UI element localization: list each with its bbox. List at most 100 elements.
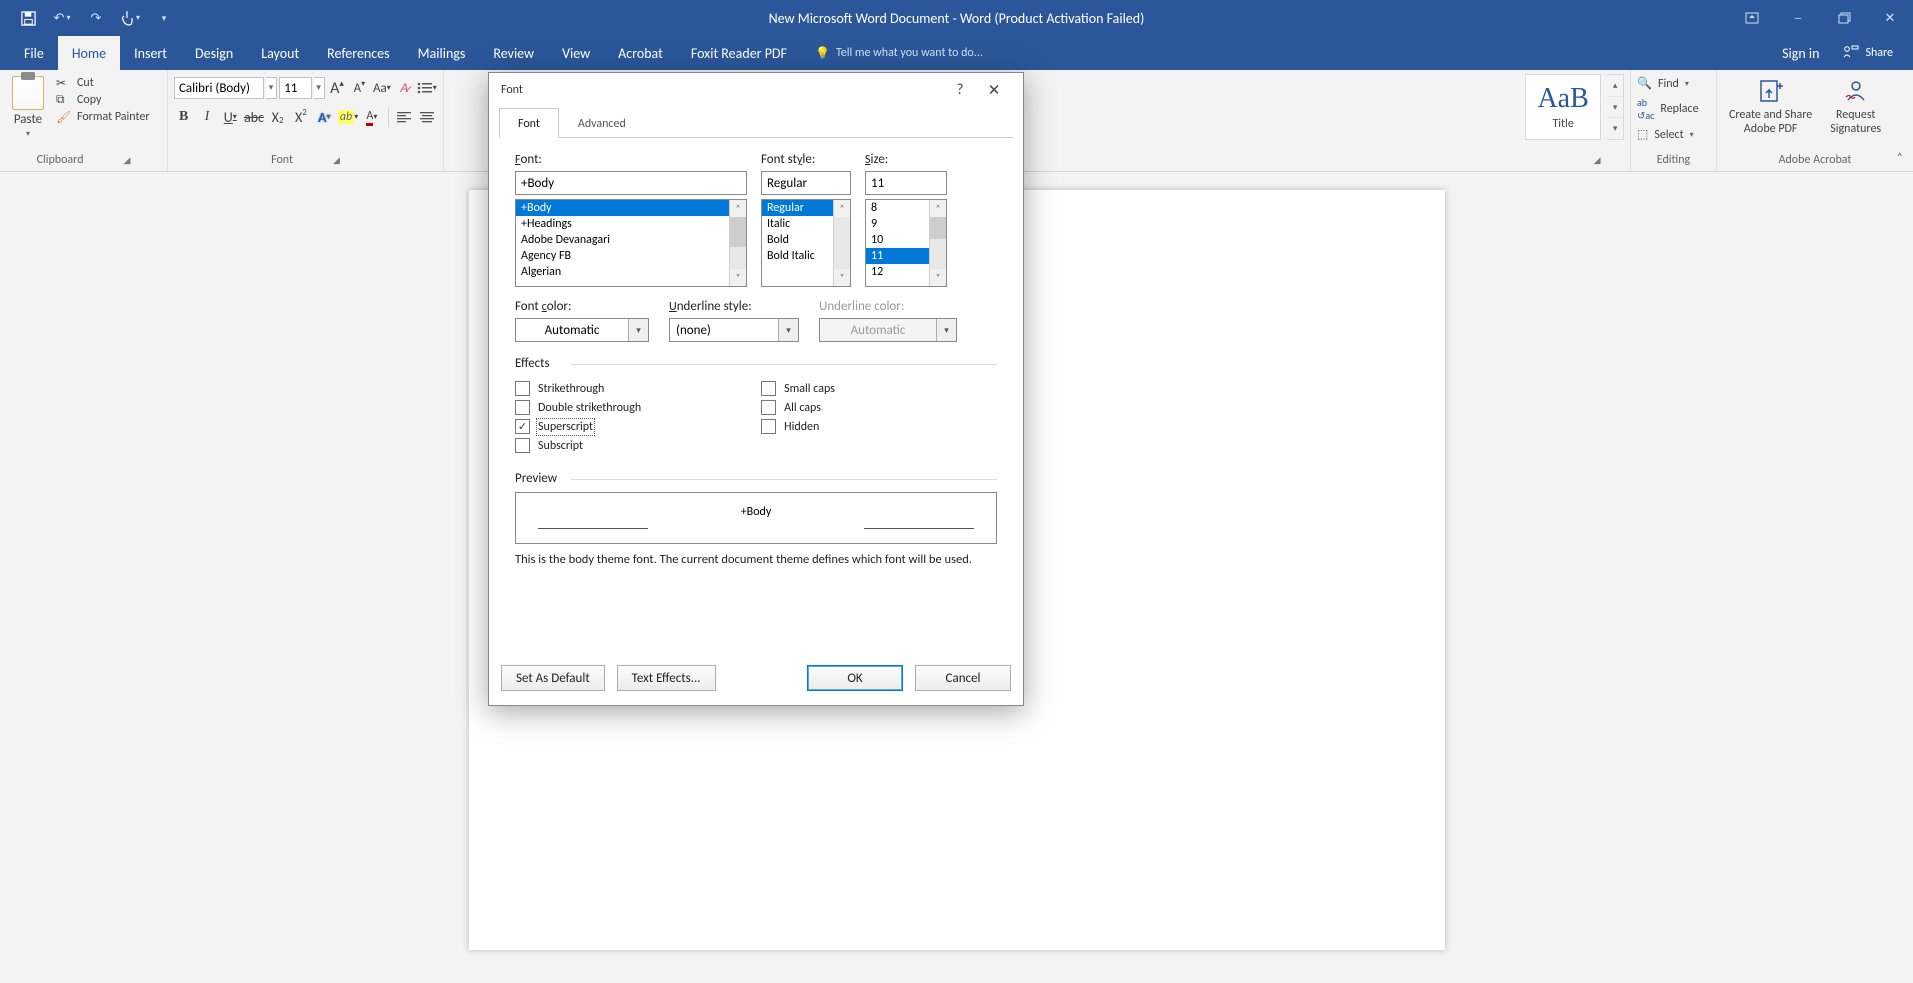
ribbon-display-options-icon[interactable]	[1729, 0, 1775, 36]
dialog-help-icon[interactable]: ?	[943, 81, 977, 99]
tab-layout[interactable]: Layout	[247, 36, 313, 70]
restore-icon[interactable]	[1821, 0, 1867, 36]
tab-file[interactable]: File	[10, 36, 58, 70]
chevron-down-icon[interactable]: ▾	[628, 319, 648, 341]
list-item[interactable]: +Headings	[516, 216, 746, 232]
align-left-icon[interactable]	[394, 106, 413, 128]
font-name-combo[interactable]: Calibri (Body)	[174, 77, 264, 99]
font-color-icon[interactable]: A ▾	[362, 106, 381, 128]
scroll-down-icon[interactable]: ˅	[834, 269, 850, 286]
size-input[interactable]	[865, 171, 947, 195]
cancel-button[interactable]: Cancel	[915, 665, 1011, 691]
change-case-icon[interactable]: Aa▾	[372, 77, 392, 99]
underline-style-combo[interactable]: (none)▾	[669, 318, 799, 342]
font-launcher-icon[interactable]: ◢	[333, 155, 340, 166]
tab-home[interactable]: Home	[58, 36, 120, 70]
clear-format-icon[interactable]: A̷	[394, 77, 414, 99]
set-as-default-button[interactable]: Set As Default	[501, 665, 605, 691]
checkbox-small-caps[interactable]: Small caps	[761, 381, 835, 396]
font-list-scrollbar[interactable]: ˄ ˅	[729, 200, 746, 286]
dialog-tab-font[interactable]: Font	[499, 108, 559, 138]
dialog-tab-advanced[interactable]: Advanced	[559, 108, 645, 138]
clipboard-launcher-icon[interactable]: ◢	[124, 155, 131, 166]
scroll-up-icon[interactable]: ˄	[730, 200, 746, 217]
text-effects-icon[interactable]: A ▾	[315, 106, 334, 128]
text-effects-button[interactable]: Text Effects...	[617, 665, 716, 691]
subscript-icon[interactable]: X2	[268, 106, 287, 128]
dialog-titlebar[interactable]: Font ? ✕	[489, 73, 1023, 107]
grow-font-icon[interactable]: A▴	[327, 77, 347, 99]
font-color-combo[interactable]: Automatic▾	[515, 318, 649, 342]
share-button[interactable]: Share	[1833, 44, 1903, 62]
cut-button[interactable]: ✂Cut	[56, 76, 150, 90]
size-listbox[interactable]: 8 9 10 11 12 ˄ ˅	[865, 199, 947, 287]
save-icon[interactable]	[14, 4, 42, 32]
highlight-icon[interactable]: ab▾	[338, 106, 358, 128]
style-list-scrollbar[interactable]: ˄ ˅	[833, 200, 850, 286]
scroll-down-icon[interactable]: ˅	[930, 269, 946, 286]
font-style-input[interactable]	[761, 171, 851, 195]
font-size-dropdown-icon[interactable]: ▾	[314, 77, 325, 99]
ok-button[interactable]: OK	[807, 665, 903, 691]
gallery-expand-icon[interactable]: ▾	[1607, 118, 1623, 139]
font-listbox[interactable]: +Body +Headings Adobe Devanagari Agency …	[515, 199, 747, 287]
scroll-up-icon[interactable]: ˄	[834, 200, 850, 217]
styles-gallery-more[interactable]: ▴ ▾ ▾	[1607, 74, 1624, 140]
list-item[interactable]: +Body	[516, 200, 746, 216]
strikethrough-icon[interactable]: abc	[244, 106, 264, 128]
tab-acrobat[interactable]: Acrobat	[604, 36, 677, 70]
gallery-up-icon[interactable]: ▴	[1607, 75, 1623, 97]
font-size-combo[interactable]: 11	[279, 77, 311, 99]
gallery-down-icon[interactable]: ▾	[1607, 97, 1623, 119]
tab-view[interactable]: View	[548, 36, 604, 70]
size-list-scrollbar[interactable]: ˄ ˅	[929, 200, 946, 286]
checkbox-double-strikethrough[interactable]: Double strikethrough	[515, 400, 641, 415]
select-button[interactable]: ⬚Select ▾	[1637, 127, 1710, 142]
superscript-icon[interactable]: X2	[291, 106, 310, 128]
create-share-pdf-button[interactable]: Create and ShareAdobe PDF	[1723, 74, 1818, 136]
tab-references[interactable]: References	[313, 36, 403, 70]
scroll-up-icon[interactable]: ˄	[930, 200, 946, 217]
undo-icon[interactable]: ↶ ▾	[48, 4, 76, 32]
close-icon[interactable]: ✕	[1867, 0, 1913, 36]
copy-button[interactable]: ⧉Copy	[56, 93, 150, 107]
list-item[interactable]: Algerian	[516, 264, 746, 280]
list-item[interactable]: Adobe Devanagari	[516, 232, 746, 248]
italic-icon[interactable]: I	[197, 106, 216, 128]
style-tile-title[interactable]: AaB Title	[1525, 74, 1601, 140]
paste-button[interactable]: Paste ▾	[6, 74, 50, 139]
styles-launcher-icon[interactable]: ◢	[1594, 155, 1601, 166]
qat-customize-icon[interactable]: ▾	[150, 4, 178, 32]
tab-mailings[interactable]: Mailings	[404, 36, 480, 70]
checkbox-hidden[interactable]: Hidden	[761, 419, 835, 434]
find-button[interactable]: 🔍Find ▾	[1637, 76, 1710, 91]
tab-design[interactable]: Design	[181, 36, 247, 70]
bullets-icon[interactable]: ▾	[417, 77, 437, 99]
shrink-font-icon[interactable]: A▾	[349, 77, 369, 99]
tab-insert[interactable]: Insert	[120, 36, 181, 70]
request-signatures-button[interactable]: RequestSignatures	[1824, 74, 1887, 136]
checkbox-superscript[interactable]: Superscript	[515, 419, 641, 434]
underline-icon[interactable]: U ▾	[221, 106, 240, 128]
tab-foxit[interactable]: Foxit Reader PDF	[677, 36, 801, 70]
checkbox-strikethrough[interactable]: Strikethrough	[515, 381, 641, 396]
font-name-dropdown-icon[interactable]: ▾	[266, 77, 277, 99]
dialog-close-icon[interactable]: ✕	[977, 81, 1011, 100]
paste-dropdown-icon[interactable]: ▾	[26, 129, 30, 139]
align-center-icon[interactable]	[418, 106, 437, 128]
sign-in-button[interactable]: Sign in	[1772, 45, 1829, 62]
bold-icon[interactable]: B	[174, 106, 193, 128]
font-input[interactable]	[515, 171, 747, 195]
replace-button[interactable]: ab↺acReplace	[1637, 96, 1710, 122]
tell-me-search[interactable]: 💡 Tell me what you want to do...	[815, 36, 983, 70]
touch-mode-icon[interactable]: ▾	[116, 4, 144, 32]
redo-icon[interactable]: ↷	[82, 4, 110, 32]
minimize-icon[interactable]: ─	[1775, 0, 1821, 36]
scroll-down-icon[interactable]: ˅	[730, 269, 746, 286]
collapse-ribbon-icon[interactable]: ˄	[1897, 151, 1903, 165]
list-item[interactable]: Agency FB	[516, 248, 746, 264]
checkbox-all-caps[interactable]: All caps	[761, 400, 835, 415]
checkbox-subscript[interactable]: Subscript	[515, 438, 641, 453]
font-style-listbox[interactable]: Regular Italic Bold Bold Italic ˄ ˅	[761, 199, 851, 287]
chevron-down-icon[interactable]: ▾	[778, 319, 798, 341]
